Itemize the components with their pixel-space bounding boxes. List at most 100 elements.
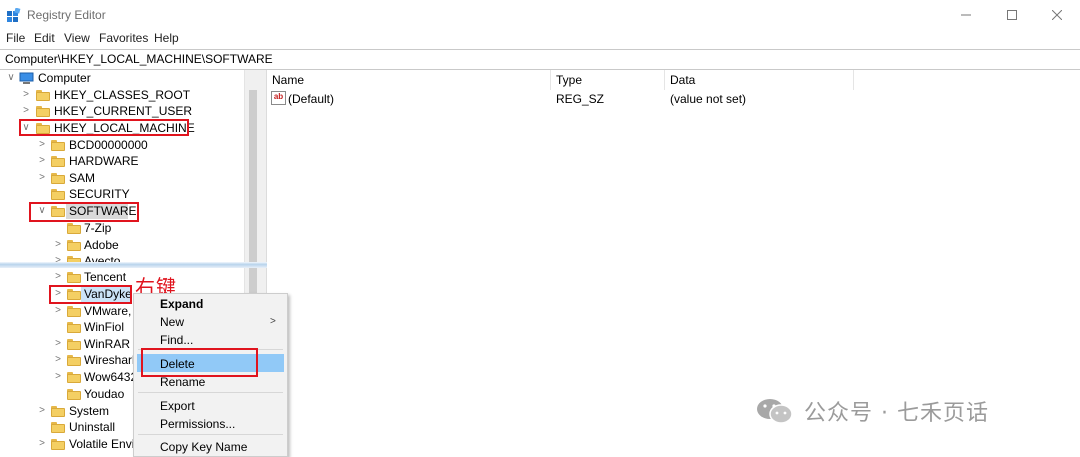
tree-label: BCD00000000: [69, 138, 148, 152]
column-header-type[interactable]: Type: [556, 71, 582, 89]
chevron-right-icon[interactable]: >: [53, 269, 63, 285]
title-bar: Registry Editor: [0, 0, 1080, 30]
tree-label: Computer: [38, 71, 91, 85]
string-value-icon: ab: [271, 91, 286, 105]
folder-icon: [51, 439, 65, 450]
chevron-right-icon[interactable]: >: [53, 303, 63, 319]
value-name: (Default): [288, 92, 335, 106]
menu-bar: File Edit View Favorites Help: [0, 30, 1080, 48]
chevron-right-icon[interactable]: >: [37, 153, 47, 169]
annotation-box-hklm: [19, 119, 189, 136]
watermark-text: 公众号 · 七禾页话: [804, 401, 989, 426]
tree-label: Tencent: [84, 270, 127, 284]
column-header-name[interactable]: Name: [272, 71, 304, 89]
watermark: 公众号 · 七禾页话: [756, 395, 989, 427]
chevron-right-icon[interactable]: >: [37, 137, 47, 153]
menu-view[interactable]: View: [64, 31, 90, 45]
tree-label: SAM: [69, 171, 96, 185]
tree-item-security[interactable]: SECURITY: [0, 186, 240, 202]
menu-item-export[interactable]: Export: [160, 399, 195, 413]
chevron-right-icon[interactable]: >: [37, 436, 47, 452]
tree-label: HARDWARE: [69, 154, 139, 168]
folder-icon: [51, 140, 65, 151]
tree-item-hkcr[interactable]: > HKEY_CLASSES_ROOT: [0, 87, 240, 103]
folder-icon: [67, 322, 81, 333]
close-button[interactable]: [1034, 0, 1080, 30]
folder-icon: [67, 272, 81, 283]
chevron-right-icon[interactable]: >: [21, 87, 31, 103]
tree-label: HKEY_CURRENT_USER: [54, 104, 193, 118]
chevron-right-icon[interactable]: >: [21, 103, 31, 119]
menu-item-find[interactable]: Find...: [160, 333, 193, 347]
tree-item-hardware[interactable]: > HARDWARE: [0, 153, 240, 169]
tree-label: WinFiol: [84, 320, 125, 334]
chevron-right-icon[interactable]: >: [37, 403, 47, 419]
chevron-right-icon[interactable]: >: [37, 170, 47, 186]
submenu-arrow-icon: >: [270, 316, 276, 327]
tree-label: Wow6432: [84, 370, 138, 384]
column-divider[interactable]: [550, 70, 551, 90]
value-type: REG_SZ: [556, 92, 605, 106]
menu-edit[interactable]: Edit: [34, 31, 55, 45]
menu-favorites[interactable]: Favorites: [99, 31, 148, 45]
menu-item-new[interactable]: New: [160, 315, 184, 329]
tree-label: VMware, I: [84, 304, 139, 318]
maximize-icon: [1007, 10, 1017, 20]
value-data: (value not set): [670, 92, 747, 106]
column-divider[interactable]: [853, 70, 854, 90]
folder-icon: [67, 372, 81, 383]
folder-icon: [67, 240, 81, 251]
tree-label: Youdao: [84, 387, 125, 401]
address-bar[interactable]: Computer\HKEY_LOCAL_MACHINE\SOFTWARE: [0, 49, 1080, 70]
menu-item-copy-key-name[interactable]: Copy Key Name: [160, 440, 247, 454]
close-icon: [1052, 10, 1062, 20]
tree-label: 7-Zip: [84, 221, 112, 235]
tree-label: Volatile Envir: [69, 437, 139, 451]
folder-icon: [67, 355, 81, 366]
folder-icon: [51, 156, 65, 167]
chevron-right-icon[interactable]: >: [53, 352, 63, 368]
tree-label: Wireshark: [84, 353, 139, 367]
folder-icon: [36, 90, 50, 101]
chevron-down-icon[interactable]: ∨: [6, 70, 16, 86]
tree-item-adobe[interactable]: > Adobe: [0, 237, 240, 253]
folder-icon: [36, 106, 50, 117]
tree-item-bcd[interactable]: > BCD00000000: [0, 137, 240, 153]
menu-item-permissions[interactable]: Permissions...: [160, 417, 235, 431]
menu-separator: [138, 392, 283, 393]
maximize-button[interactable]: [989, 0, 1035, 30]
column-header-data[interactable]: Data: [670, 71, 695, 89]
chevron-right-icon[interactable]: >: [53, 369, 63, 385]
chevron-right-icon[interactable]: >: [53, 336, 63, 352]
column-divider[interactable]: [664, 70, 665, 90]
folder-icon: [51, 406, 65, 417]
chevron-right-icon[interactable]: >: [53, 237, 63, 253]
tree-item-7zip[interactable]: 7-Zip: [0, 220, 240, 236]
menu-separator: [138, 434, 283, 435]
tree-label: System: [69, 404, 110, 418]
tree-label: Adobe: [84, 238, 119, 252]
folder-icon: [51, 189, 65, 200]
menu-file[interactable]: File: [6, 31, 25, 45]
minimize-icon: [961, 14, 971, 16]
tree-item-computer[interactable]: ∨ Computer: [0, 70, 240, 86]
registry-editor-icon: [7, 8, 21, 22]
minimize-button[interactable]: [943, 0, 989, 30]
annotation-box-vandyke: [49, 285, 132, 304]
window-title: Registry Editor: [27, 8, 106, 22]
address-path: Computer\HKEY_LOCAL_MACHINE\SOFTWARE: [5, 52, 273, 66]
folder-icon: [67, 306, 81, 317]
menu-help[interactable]: Help: [154, 31, 179, 45]
tree-item-hkcu[interactable]: > HKEY_CURRENT_USER: [0, 103, 240, 119]
folder-icon: [51, 173, 65, 184]
wechat-icon: [757, 399, 793, 424]
menu-item-rename[interactable]: Rename: [160, 375, 205, 389]
tree-item-tencent[interactable]: > Tencent: [0, 269, 240, 285]
annotation-box-software: [29, 202, 139, 222]
tree-label: SECURITY: [69, 187, 130, 201]
annotation-box-delete: [141, 348, 258, 377]
menu-item-expand[interactable]: Expand: [160, 297, 203, 311]
tree-label: Uninstall: [69, 420, 116, 434]
folder-icon: [67, 223, 81, 234]
tree-item-sam[interactable]: > SAM: [0, 170, 240, 186]
